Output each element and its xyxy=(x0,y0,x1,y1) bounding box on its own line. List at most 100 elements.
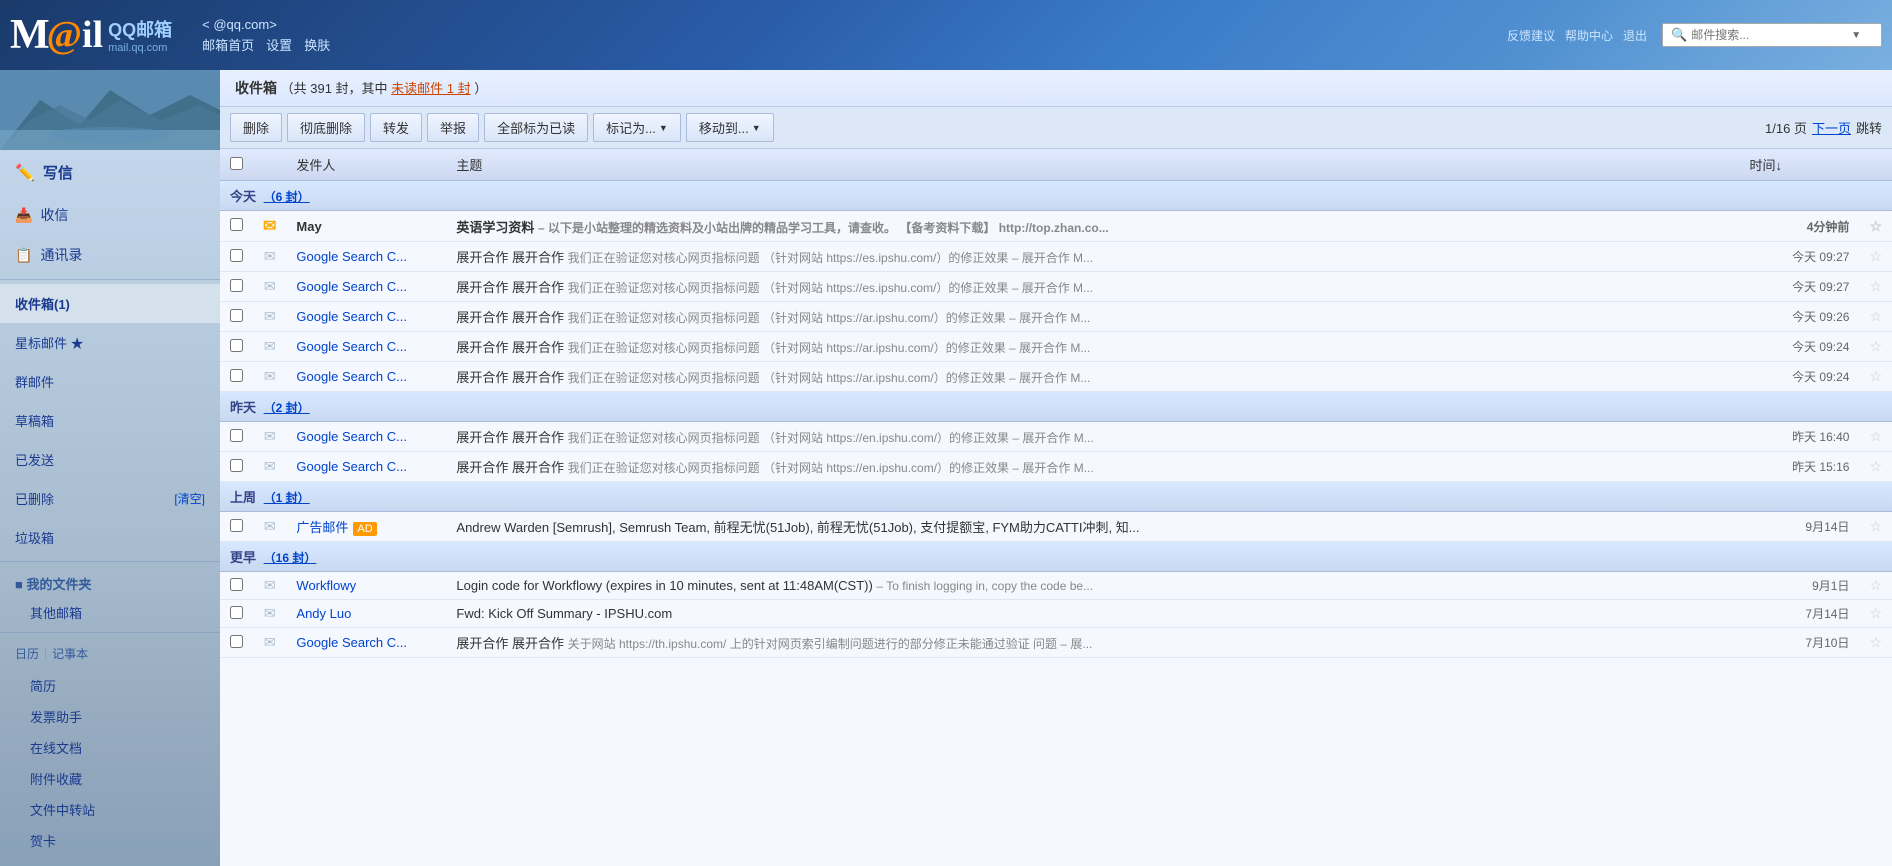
email-subject[interactable]: 展开合作 展开合作 xyxy=(456,310,564,325)
email-checkbox[interactable] xyxy=(230,519,243,532)
unread-link[interactable]: 未读邮件 1 封 xyxy=(391,81,470,96)
search-input[interactable] xyxy=(1691,28,1851,42)
group-count-3[interactable]: （16 封） xyxy=(264,551,317,565)
sidebar-invoice[interactable]: 发票助手 xyxy=(0,701,220,732)
sidebar-item-deleted[interactable]: 已删除 [清空] xyxy=(0,479,220,518)
report-button[interactable]: 举报 xyxy=(427,113,479,142)
sidebar-item-contacts[interactable]: 📋 通讯录 xyxy=(0,235,220,275)
logout-link[interactable]: 退出 xyxy=(1623,27,1647,44)
next-page-link[interactable]: 下一页 xyxy=(1812,118,1851,137)
sidebar-item-starred[interactable]: 星标邮件 ★ xyxy=(0,323,220,362)
email-subject[interactable]: 展开合作 展开合作 xyxy=(456,430,564,445)
email-sender[interactable]: Google Search C... xyxy=(296,279,407,294)
search-box[interactable]: 🔍 ▼ xyxy=(1662,23,1882,47)
email-checkbox-cell xyxy=(220,272,253,302)
star-icon[interactable]: ☆ xyxy=(1869,218,1882,234)
compose-button[interactable]: ✏️ 写信 xyxy=(0,150,220,195)
delete-button[interactable]: 删除 xyxy=(230,113,282,142)
search-dropdown-icon[interactable]: ▼ xyxy=(1851,30,1861,41)
star-icon[interactable]: ☆ xyxy=(1869,518,1882,534)
email-checkbox[interactable] xyxy=(230,249,243,262)
email-subject[interactable]: Andrew Warden [Semrush], Semrush Team, 前… xyxy=(456,520,1139,535)
star-icon[interactable]: ☆ xyxy=(1869,605,1882,621)
sidebar-other-email[interactable]: 其他邮箱 xyxy=(0,597,220,628)
sidebar-item-spam[interactable]: 垃圾箱 xyxy=(0,518,220,557)
forward-button[interactable]: 转发 xyxy=(370,113,422,142)
star-icon[interactable]: ☆ xyxy=(1869,458,1882,474)
email-checkbox[interactable] xyxy=(230,578,243,591)
email-sender[interactable]: Workflowy xyxy=(296,578,356,593)
nav-skin[interactable]: 换肤 xyxy=(304,35,330,54)
email-checkbox[interactable] xyxy=(230,429,243,442)
email-subject[interactable]: 展开合作 展开合作 xyxy=(456,460,564,475)
email-checkbox[interactable] xyxy=(230,606,243,619)
memo-link[interactable]: 记事本 xyxy=(52,645,88,662)
email-subject[interactable]: Fwd: Kick Off Summary - IPSHU.com xyxy=(456,606,672,621)
star-icon[interactable]: ☆ xyxy=(1869,428,1882,444)
mark-as-button[interactable]: 标记为... ▼ xyxy=(593,113,681,142)
email-subject[interactable]: 英语学习资料 xyxy=(456,220,534,235)
email-checkbox[interactable] xyxy=(230,635,243,648)
email-checkbox[interactable] xyxy=(230,218,243,231)
email-sender[interactable]: 广告邮件 xyxy=(296,520,348,535)
group-count-1[interactable]: （2 封） xyxy=(264,401,310,415)
email-checkbox[interactable] xyxy=(230,339,243,352)
sidebar-notes[interactable]: 简历 xyxy=(0,670,220,701)
sidebar-file-transfer[interactable]: 文件中转站 xyxy=(0,794,220,825)
sidebar-attach-collect[interactable]: 附件收藏 xyxy=(0,763,220,794)
group-count-0[interactable]: （6 封） xyxy=(264,190,310,204)
mail-read-icon: ✉ xyxy=(264,605,276,621)
sidebar-deleted-clear[interactable]: [清空] xyxy=(174,490,205,507)
email-subject[interactable]: 展开合作 展开合作 xyxy=(456,280,564,295)
email-sender[interactable]: Google Search C... xyxy=(296,369,407,384)
star-icon[interactable]: ☆ xyxy=(1869,368,1882,384)
email-checkbox[interactable] xyxy=(230,279,243,292)
feedback-link[interactable]: 反馈建议 xyxy=(1507,27,1555,44)
help-link[interactable]: 帮助中心 xyxy=(1565,27,1613,44)
star-icon[interactable]: ☆ xyxy=(1869,308,1882,324)
email-sender[interactable]: Google Search C... xyxy=(296,309,407,324)
email-subject[interactable]: 展开合作 展开合作 xyxy=(456,370,564,385)
col-sender-header: 发件人 xyxy=(286,149,446,181)
star-icon[interactable]: ☆ xyxy=(1869,577,1882,593)
sidebar-item-inbox-count[interactable]: 收件箱(1) xyxy=(0,284,220,323)
email-subject[interactable]: 展开合作 展开合作 xyxy=(456,636,564,651)
ad-badge: AD xyxy=(353,522,376,536)
email-subject[interactable]: Login code for Workflowy (expires in 10 … xyxy=(456,578,872,593)
nav-settings[interactable]: 设置 xyxy=(266,35,292,54)
email-sender[interactable]: Google Search C... xyxy=(296,339,407,354)
email-sender-cell: Google Search C... xyxy=(286,302,446,332)
email-subject[interactable]: 展开合作 展开合作 xyxy=(456,340,564,355)
group-count-2[interactable]: （1 封） xyxy=(264,491,310,505)
move-to-button[interactable]: 移动到... ▼ xyxy=(686,113,774,142)
sidebar-my-folders[interactable]: ■ 我的文件夹 xyxy=(0,566,220,597)
mark-read-button[interactable]: 全部标为已读 xyxy=(484,113,588,142)
star-icon[interactable]: ☆ xyxy=(1869,634,1882,650)
email-checkbox[interactable] xyxy=(230,369,243,382)
email-sender[interactable]: Andy Luo xyxy=(296,606,351,621)
email-sender[interactable]: Google Search C... xyxy=(296,249,407,264)
sidebar-item-sent[interactable]: 已发送 xyxy=(0,440,220,479)
email-sender[interactable]: Google Search C... xyxy=(296,459,407,474)
sidebar-card[interactable]: 贺卡 xyxy=(0,825,220,856)
calendar-link[interactable]: 日历 xyxy=(15,645,39,662)
star-icon[interactable]: ☆ xyxy=(1869,278,1882,294)
sidebar-mountain-bg xyxy=(0,70,220,150)
email-sender[interactable]: Google Search C... xyxy=(296,635,407,650)
email-sender[interactable]: May xyxy=(296,219,321,234)
email-subject[interactable]: 展开合作 展开合作 xyxy=(456,250,564,265)
sidebar-online-doc[interactable]: 在线文档 xyxy=(0,732,220,763)
email-time-cell: 昨天 16:40 xyxy=(1739,422,1859,452)
delete-all-button[interactable]: 彻底删除 xyxy=(287,113,365,142)
star-icon[interactable]: ☆ xyxy=(1869,338,1882,354)
sidebar-item-drafts[interactable]: 草稿箱 xyxy=(0,401,220,440)
mail-read-icon: ✉ xyxy=(264,577,276,593)
sidebar-item-inbox[interactable]: 📥 收信 xyxy=(0,195,220,235)
email-checkbox[interactable] xyxy=(230,459,243,472)
nav-home[interactable]: 邮箱首页 xyxy=(202,35,254,54)
email-checkbox[interactable] xyxy=(230,309,243,322)
star-icon[interactable]: ☆ xyxy=(1869,248,1882,264)
email-sender[interactable]: Google Search C... xyxy=(296,429,407,444)
sidebar-item-group[interactable]: 群邮件 xyxy=(0,362,220,401)
select-all-checkbox[interactable] xyxy=(230,157,243,170)
